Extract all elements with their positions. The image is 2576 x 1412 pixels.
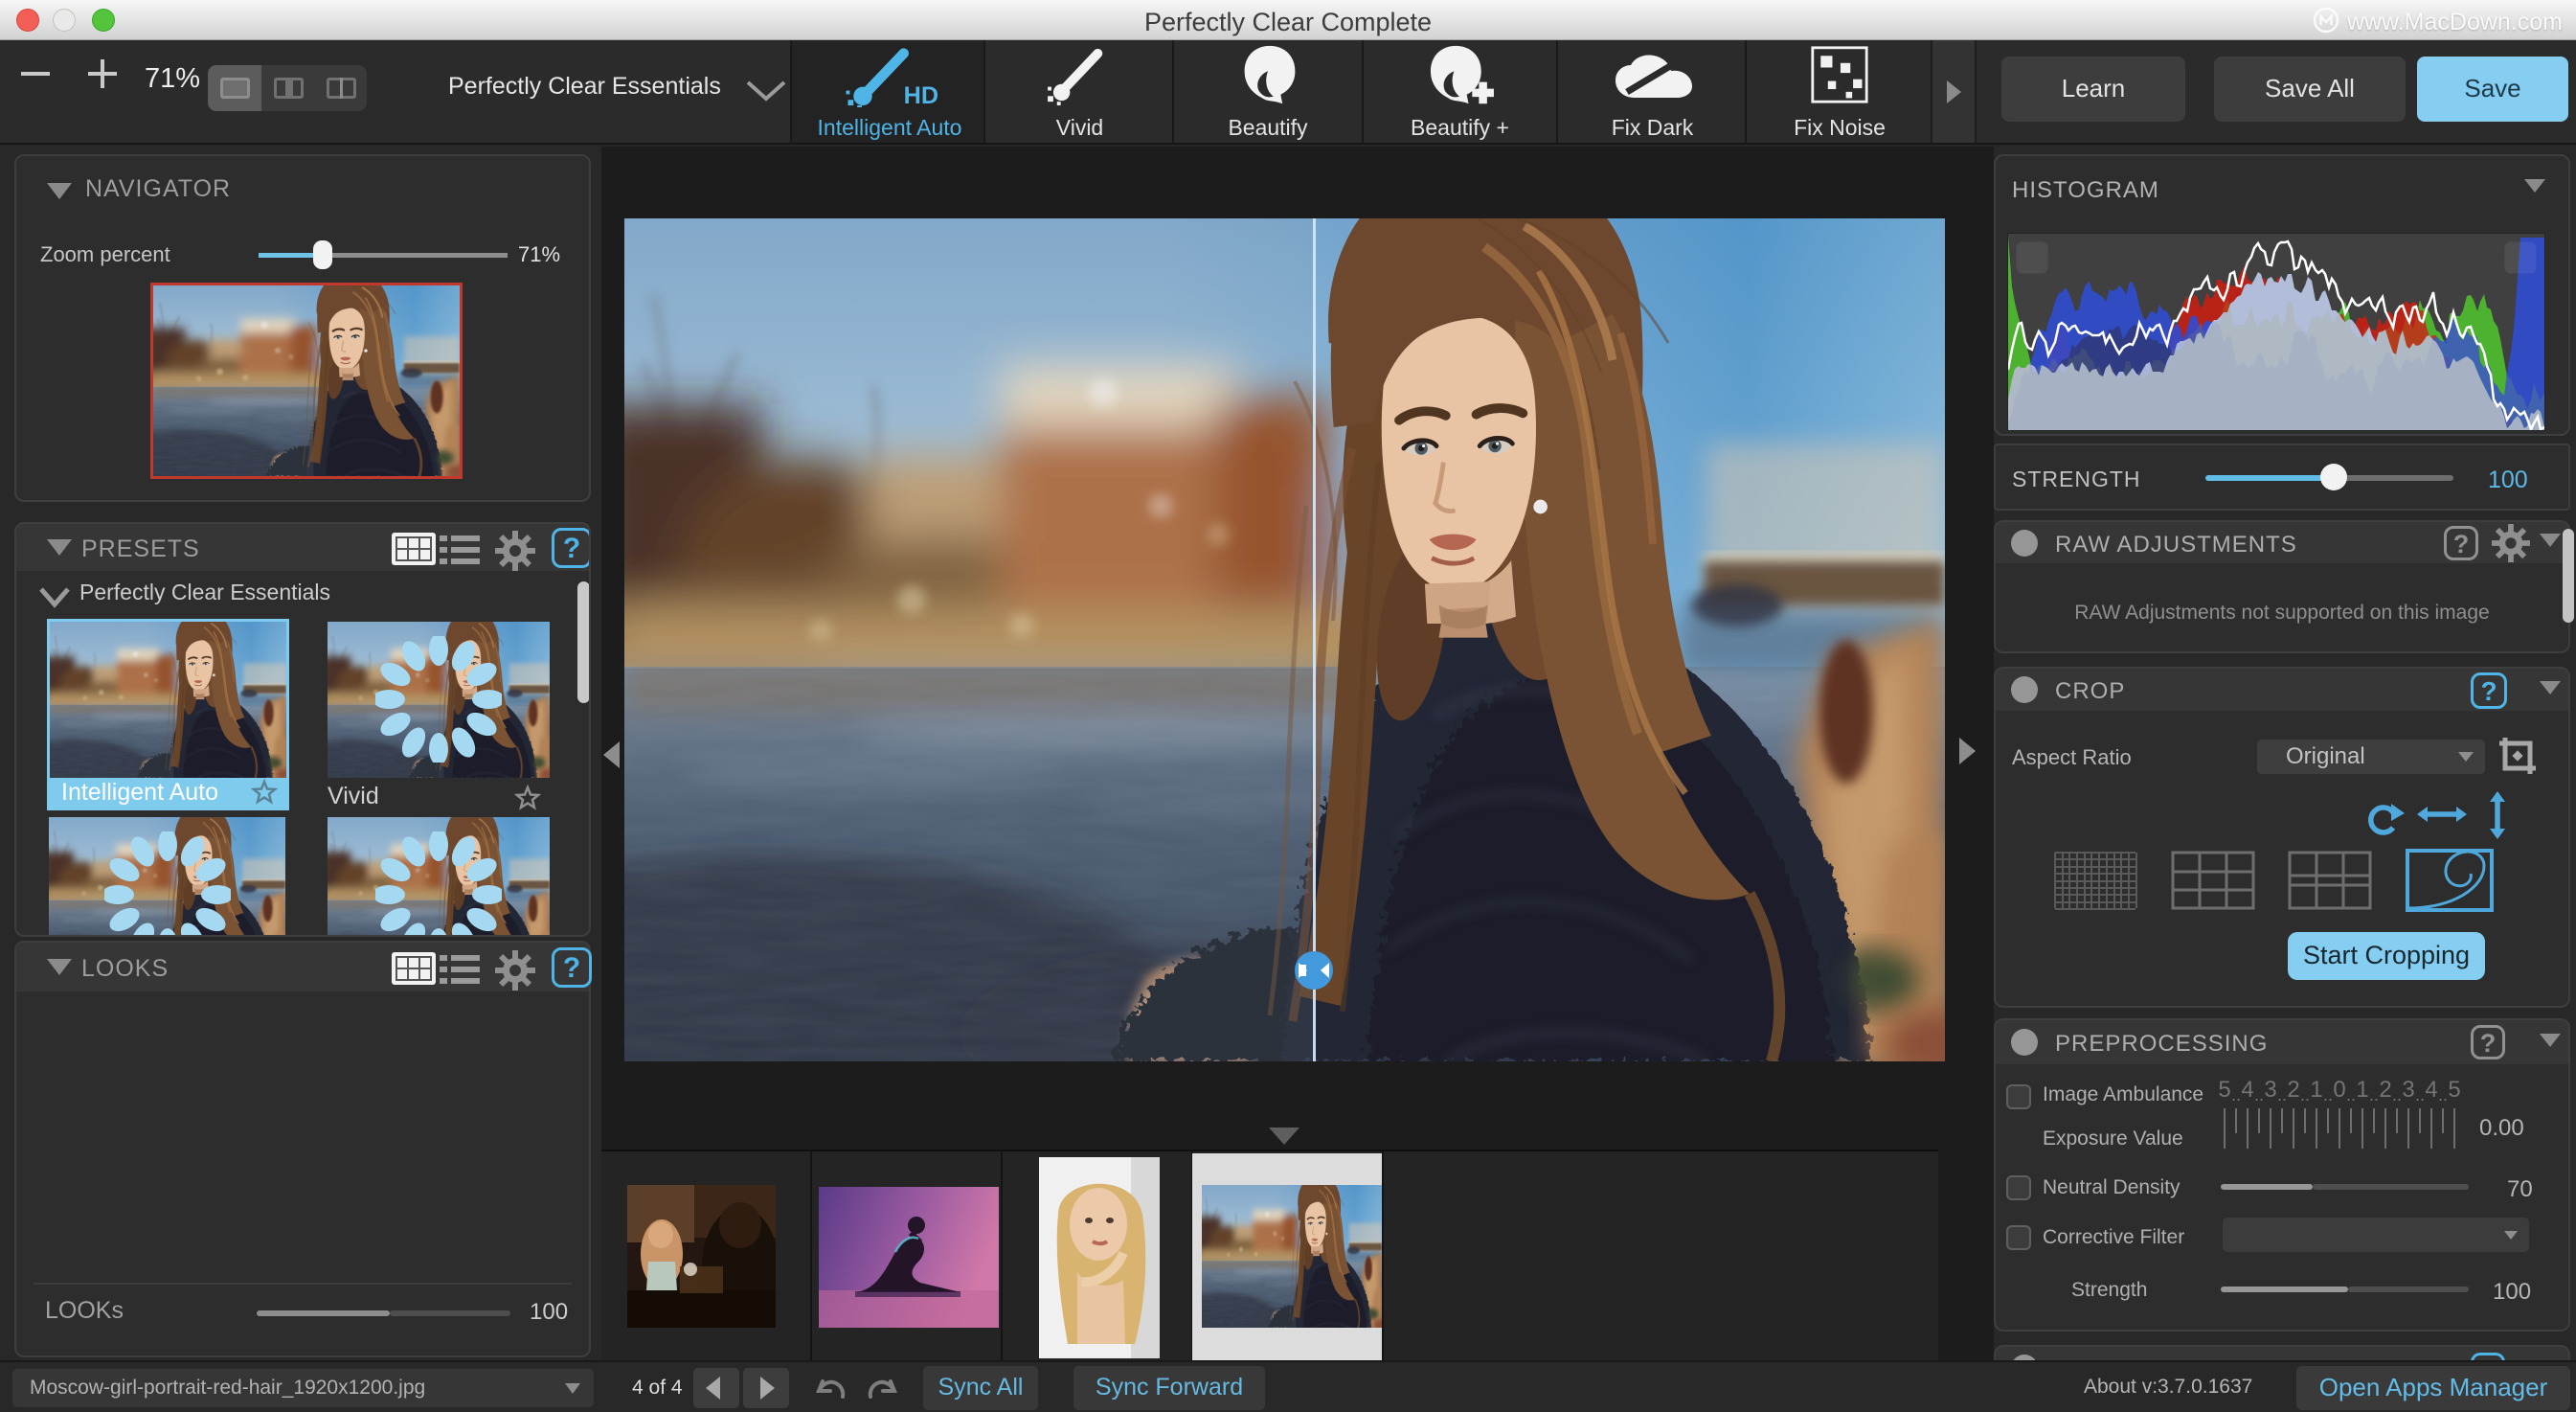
svg-text:..: .. xyxy=(2277,1085,2287,1105)
svg-text:..: .. xyxy=(2231,1085,2241,1105)
svg-text:5: 5 xyxy=(2448,1077,2460,1103)
svg-text:2: 2 xyxy=(2287,1077,2299,1103)
svg-text:..: .. xyxy=(2369,1085,2379,1105)
svg-text:..: .. xyxy=(2438,1085,2448,1105)
svg-text:3: 3 xyxy=(2402,1077,2414,1103)
svg-text:4: 4 xyxy=(2241,1077,2253,1103)
svg-text:5: 5 xyxy=(2218,1077,2230,1103)
svg-text:HD: HD xyxy=(904,82,938,107)
svg-text:1: 1 xyxy=(2310,1077,2322,1103)
svg-text:..: .. xyxy=(2415,1085,2425,1105)
svg-text:2: 2 xyxy=(2379,1077,2391,1103)
svg-text:..: .. xyxy=(2300,1085,2310,1105)
svg-text:..: .. xyxy=(2392,1085,2402,1105)
svg-text:1: 1 xyxy=(2356,1077,2368,1103)
svg-text:0: 0 xyxy=(2333,1077,2345,1103)
svg-text:3: 3 xyxy=(2264,1077,2276,1103)
svg-text:..: .. xyxy=(2254,1085,2264,1105)
svg-text:4: 4 xyxy=(2425,1077,2437,1103)
svg-text:..: .. xyxy=(2323,1085,2333,1105)
svg-text:..: .. xyxy=(2346,1085,2356,1105)
